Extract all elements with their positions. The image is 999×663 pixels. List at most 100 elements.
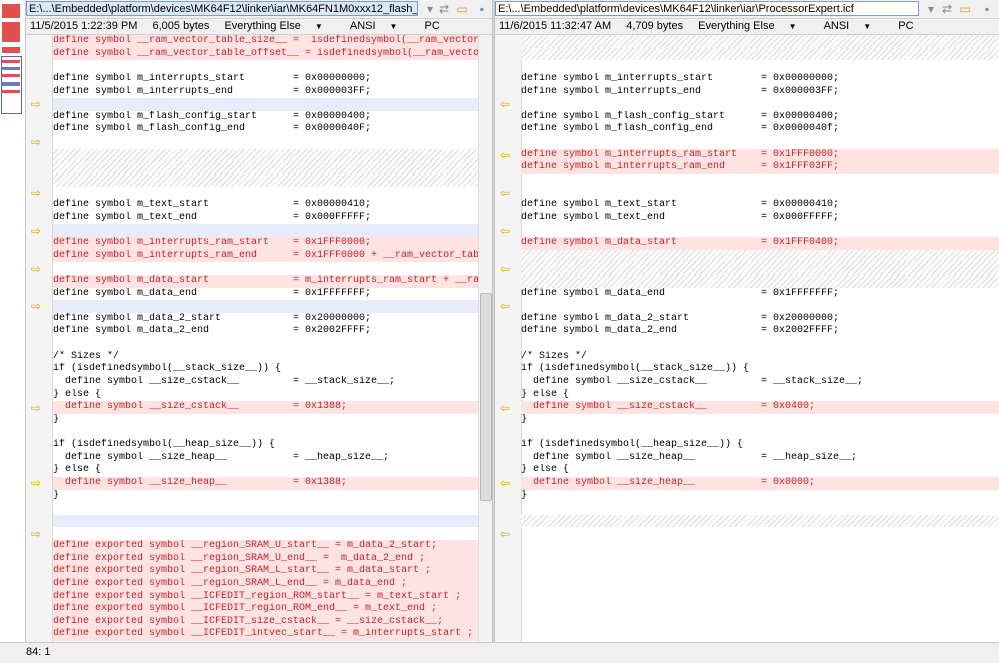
code-line[interactable]: define symbol m_interrupts_start = 0x000… — [521, 73, 999, 86]
copy-right-arrow-icon[interactable]: ⇨ — [31, 528, 45, 540]
copy-left-arrow-icon[interactable]: ⇦ — [500, 528, 514, 540]
code-line[interactable] — [53, 173, 478, 187]
copy-left-arrow-icon[interactable]: ⇦ — [500, 477, 514, 489]
code-line[interactable] — [53, 60, 478, 73]
code-line[interactable] — [521, 224, 999, 237]
code-line[interactable]: define symbol m_interrupts_ram_end = 0x1… — [53, 249, 478, 263]
code-line[interactable] — [53, 426, 478, 439]
right-editor[interactable]: ⇦ ⇦ ⇦ ⇦ ⇦ ⇦ ⇦ ⇦ ⇦ define symbol m_interrupts_sta… — [495, 35, 999, 643]
diff-overview-map[interactable] — [0, 0, 26, 663]
code-line[interactable] — [521, 136, 999, 149]
left-scrollbar[interactable] — [478, 35, 492, 643]
left-code-view[interactable]: define symbol __ram_vector_table_size__ … — [53, 35, 478, 643]
code-line[interactable]: define symbol m_data_start = 0x1FFF0400; — [521, 237, 999, 250]
code-line[interactable]: define symbol m_data_2_start = 0x2000000… — [521, 313, 999, 326]
code-line[interactable]: define symbol m_interrupts_ram_end = 0x1… — [521, 161, 999, 174]
code-line[interactable] — [53, 527, 478, 540]
copy-left-arrow-icon[interactable]: ⇦ — [500, 402, 514, 414]
code-line[interactable]: define symbol __size_heap__ = __heap_siz… — [53, 452, 478, 465]
code-line[interactable] — [521, 616, 999, 629]
copy-right-arrow-icon[interactable]: ⇨ — [31, 225, 45, 237]
code-line[interactable] — [53, 502, 478, 515]
code-line[interactable] — [521, 553, 999, 566]
code-line[interactable]: define symbol __size_cstack__ = __stack_… — [53, 376, 478, 389]
copy-left-arrow-icon[interactable]: ⇦ — [500, 149, 514, 161]
save-icon[interactable]: ▪ — [474, 1, 490, 17]
code-line[interactable] — [521, 274, 999, 288]
code-line[interactable] — [521, 47, 999, 61]
left-encoding-select[interactable]: ANSI ▼ — [350, 19, 410, 34]
right-path-field[interactable]: E:\...\Embedded\platform\devices\MK64F12… — [495, 1, 919, 16]
code-line[interactable]: define symbol m_flash_config_end = 0x000… — [521, 123, 999, 136]
code-line[interactable]: define exported symbol __ICFEDIT_size_cs… — [53, 615, 478, 629]
code-line[interactable]: define symbol m_data_end = 0x1FFFFFFF; — [521, 288, 999, 301]
copy-right-arrow-icon[interactable]: ⇨ — [31, 187, 45, 199]
code-line[interactable] — [53, 148, 478, 162]
code-line[interactable]: /* Sizes */ — [521, 351, 999, 364]
code-line[interactable]: define symbol __ram_vector_table_size__ … — [53, 35, 478, 48]
code-line[interactable] — [521, 591, 999, 604]
save-icon[interactable]: ▪ — [979, 1, 995, 17]
code-line[interactable]: } — [53, 490, 478, 503]
code-line[interactable]: define exported symbol __region_SRAM_L_s… — [53, 565, 478, 578]
code-line[interactable]: define symbol __size_heap__ = __heap_siz… — [521, 452, 999, 465]
code-line[interactable] — [521, 540, 999, 553]
swap-icon[interactable]: ⇄ — [939, 1, 955, 17]
code-line[interactable]: define symbol __size_cstack__ = 0x0400; — [521, 401, 999, 414]
code-line[interactable] — [521, 35, 999, 48]
code-line[interactable]: } else { — [53, 464, 478, 477]
code-line[interactable] — [53, 338, 478, 351]
code-line[interactable] — [521, 187, 999, 200]
code-line[interactable]: define symbol m_flash_config_start = 0x0… — [53, 111, 478, 124]
copy-right-arrow-icon[interactable]: ⇨ — [31, 477, 45, 489]
code-line[interactable] — [521, 249, 999, 263]
code-line[interactable] — [521, 338, 999, 351]
code-line[interactable]: define symbol m_interrupts_ram_start = 0… — [53, 237, 478, 250]
code-line[interactable] — [53, 224, 478, 237]
code-line[interactable]: define exported symbol __ICFEDIT_intvec_… — [53, 628, 478, 641]
overview-viewport[interactable] — [1, 56, 22, 114]
code-line[interactable] — [521, 300, 999, 313]
code-line[interactable]: define symbol __size_cstack__ = 0x1388; — [53, 401, 478, 414]
code-line[interactable]: } — [521, 414, 999, 427]
copy-right-arrow-icon[interactable]: ⇨ — [31, 300, 45, 312]
code-line[interactable]: define symbol __ram_vector_table_offset_… — [53, 47, 478, 61]
code-line[interactable] — [53, 187, 478, 200]
copy-left-arrow-icon[interactable]: ⇦ — [500, 225, 514, 237]
code-line[interactable]: if (isdefinedsymbol(__heap_size__)) { — [53, 439, 478, 452]
open-folder-icon[interactable]: ▭ — [957, 1, 973, 17]
code-line[interactable] — [521, 527, 999, 540]
code-line[interactable] — [53, 262, 478, 275]
code-line[interactable]: define symbol m_data_end = 0x1FFFFFFF; — [53, 288, 478, 301]
code-line[interactable] — [521, 628, 999, 641]
code-line[interactable]: define symbol m_data_2_end = 0x2002FFFF; — [521, 325, 999, 338]
code-line[interactable] — [521, 565, 999, 578]
copy-left-arrow-icon[interactable]: ⇦ — [500, 98, 514, 110]
code-line[interactable] — [521, 514, 999, 528]
code-line[interactable]: define symbol m_interrupts_start = 0x000… — [53, 73, 478, 86]
code-line[interactable] — [53, 136, 478, 149]
copy-left-arrow-icon[interactable]: ⇦ — [500, 187, 514, 199]
code-line[interactable] — [521, 174, 999, 187]
code-line[interactable]: define symbol m_data_2_end = 0x2002FFFF; — [53, 325, 478, 338]
code-line[interactable]: /* Sizes */ — [53, 351, 478, 364]
open-folder-icon[interactable]: ▭ — [454, 1, 470, 17]
code-line[interactable]: define symbol m_interrupts_end = 0x00000… — [521, 86, 999, 99]
copy-right-arrow-icon[interactable]: ⇨ — [31, 136, 45, 148]
code-line[interactable] — [521, 578, 999, 591]
code-line[interactable]: if (isdefinedsymbol(__stack_size__)) { — [521, 363, 999, 376]
code-line[interactable] — [53, 98, 478, 111]
code-line[interactable]: } else { — [53, 389, 478, 402]
code-line[interactable]: define exported symbol __region_SRAM_U_s… — [53, 540, 478, 553]
code-line[interactable] — [521, 502, 999, 515]
code-line[interactable]: define exported symbol __ICFEDIT_region_… — [53, 603, 478, 616]
copy-right-arrow-icon[interactable]: ⇨ — [31, 263, 45, 275]
code-line[interactable] — [521, 60, 999, 73]
code-line[interactable]: define symbol m_data_start = m_interrupt… — [53, 274, 478, 288]
code-line[interactable] — [521, 98, 999, 111]
code-line[interactable]: define symbol __size_heap__ = 0x1388; — [53, 476, 478, 490]
left-editor[interactable]: ⇨ ⇨ ⇨ ⇨ ⇨ ⇨ ⇨ ⇨ ⇨ define symbol __ram_vector_tab… — [26, 35, 492, 643]
code-line[interactable]: } else { — [521, 389, 999, 402]
code-line[interactable]: define symbol __size_cstack__ = __stack_… — [521, 376, 999, 389]
code-line[interactable] — [53, 161, 478, 174]
